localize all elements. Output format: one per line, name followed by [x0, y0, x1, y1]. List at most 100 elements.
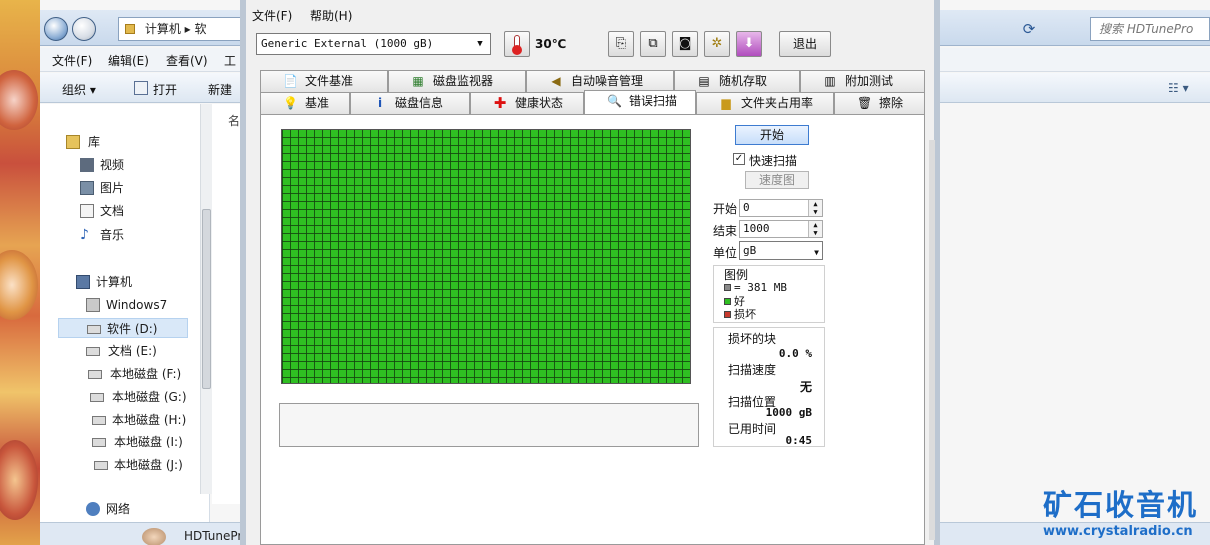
refresh-icon[interactable]: ⟳ — [1018, 18, 1040, 40]
new-folder-button[interactable]: 新建 — [208, 81, 232, 98]
tab-file-benchmark[interactable]: 📄 文件基准 — [260, 70, 388, 92]
random-access-icon: ▤ — [698, 74, 710, 88]
sidebar-label: 本地磁盘 (H:) — [112, 413, 187, 427]
options-button[interactable]: ✲ — [704, 31, 730, 57]
drive-icon — [92, 438, 106, 447]
magnifier-icon: 🔍 — [607, 94, 622, 108]
wrench-icon: ✲ — [711, 36, 723, 51]
open-button[interactable]: 打开 — [153, 81, 177, 98]
breadcrumb-item[interactable]: 软 — [195, 22, 207, 36]
info-icon: i — [377, 96, 383, 110]
spin-arrows-icon[interactable]: ▲ ▼ — [808, 221, 822, 237]
tab-acoustic-management[interactable]: ◀ 自动噪音管理 — [526, 70, 674, 92]
copy-all-button[interactable]: ⧉ — [640, 31, 666, 57]
tab-disk-info[interactable]: i 磁盘信息 — [350, 92, 470, 114]
sidebar-computer[interactable]: 计算机 — [40, 272, 190, 292]
picture-icon — [80, 181, 94, 195]
tab-disk-monitor[interactable]: ▦ 磁盘监视器 — [388, 70, 526, 92]
tab-error-scan[interactable]: 🔍 错误扫描 — [584, 90, 696, 114]
sidebar-drive-f[interactable]: 本地磁盘 (F:) — [40, 364, 190, 384]
legend-text: 损坏 — [734, 308, 756, 321]
start-button[interactable]: 开始 — [735, 125, 809, 145]
spin-arrows-icon[interactable]: ▲ ▼ — [808, 200, 822, 216]
scrollbar-thumb[interactable] — [202, 209, 211, 389]
copy-info-button[interactable]: ⎘ — [608, 31, 634, 57]
menu-file[interactable]: 文件(F) — [52, 52, 92, 69]
download-arrow-icon: ⬇ — [743, 36, 755, 51]
sidebar-drive-g[interactable]: 本地磁盘 (G:) — [40, 387, 190, 407]
sidebar-item-videos[interactable]: 视频 — [40, 155, 190, 175]
computer-icon — [76, 275, 90, 289]
view-options-icon[interactable]: ☷ ▾ — [1168, 81, 1189, 95]
column-header[interactable]: 名 — [228, 112, 240, 129]
menu-view[interactable]: 查看(V) — [166, 52, 208, 69]
sidebar-library[interactable]: 库 — [40, 132, 190, 152]
good-swatch — [724, 298, 731, 305]
extra-tests-icon: ▥ — [824, 74, 836, 88]
menu-help[interactable]: 帮助(H) — [310, 7, 352, 24]
window-edge — [929, 140, 935, 540]
end-input[interactable]: 1000 ▲ ▼ — [739, 220, 823, 238]
sidebar-label: 文档 (E:) — [108, 344, 157, 358]
tab-erase[interactable]: 🗑 擦除 — [834, 92, 925, 114]
save-button[interactable]: ⬇ — [736, 31, 762, 57]
sidebar-label: 本地磁盘 (F:) — [110, 367, 182, 381]
file-benchmark-icon: 📄 — [283, 74, 298, 88]
error-scan-panel: 开始 ✓ 快速扫描 速度图 开始 0 ▲ ▼ 结束 1000 ▲ ▼ 单位 gB ▼… — [260, 114, 925, 545]
menu-file[interactable]: 文件(F) — [252, 7, 292, 24]
sidebar-drive-h[interactable]: 本地磁盘 (H:) — [40, 410, 190, 430]
scan-stats: 损坏的块 0.0 % 扫描速度 无 扫描位置 1000 gB 已用时间 0:45 — [713, 327, 825, 447]
tab-folder-usage[interactable]: ▆ 文件夹占用率 — [696, 92, 834, 114]
temperature-readout: 30℃ — [535, 37, 567, 51]
damaged-blocks-label: 损坏的块 — [728, 332, 777, 346]
sidebar-item-music[interactable]: ♪ 音乐 — [40, 225, 190, 245]
sidebar-label: 视频 — [100, 158, 125, 172]
sidebar-drive-e[interactable]: 文档 (E:) — [40, 341, 190, 361]
sidebar-drive-d[interactable]: 软件 (D:) — [58, 318, 188, 338]
library-icon — [66, 135, 80, 149]
tab-benchmark[interactable]: 💡 基准 — [260, 92, 350, 114]
chevron-down-icon: ▼ — [814, 248, 819, 257]
sidebar-drive-j[interactable]: 本地磁盘 (J:) — [40, 455, 190, 475]
unit-select[interactable]: gB ▼ — [739, 241, 823, 260]
peony-flower — [0, 70, 38, 130]
elapsed-time-label: 已用时间 — [728, 422, 777, 436]
copy-all-icon: ⧉ — [648, 36, 658, 51]
damaged-blocks-value: 0.0 % — [778, 347, 812, 360]
tab-label: 附加测试 — [845, 74, 894, 88]
start-input[interactable]: 0 ▲ ▼ — [739, 199, 823, 217]
temperature-button[interactable] — [504, 31, 530, 57]
tab-random-access[interactable]: ▤ 随机存取 — [674, 70, 800, 92]
quick-scan-label: 快速扫描 — [749, 154, 798, 168]
tab-extra-tests[interactable]: ▥ 附加测试 — [800, 70, 925, 92]
back-button[interactable] — [44, 17, 68, 41]
tab-label: 文件基准 — [305, 74, 354, 88]
screenshot-button[interactable]: ◙ — [672, 31, 698, 57]
network-icon — [86, 502, 100, 516]
sidebar-network[interactable]: 网络 — [40, 499, 190, 519]
bad-swatch — [724, 311, 731, 318]
menu-edit[interactable]: 编辑(E) — [108, 52, 149, 69]
search-input[interactable]: 搜索 HDTunePro — [1090, 17, 1210, 41]
speed-map-button[interactable]: 速度图 — [745, 171, 809, 189]
legend: 图例 = 381 MB 好 损坏 — [713, 265, 825, 323]
sidebar-item-documents[interactable]: 文档 — [40, 201, 190, 221]
checkbox-checked-icon[interactable]: ✓ — [733, 153, 745, 165]
sidebar-item-pictures[interactable]: 图片 — [40, 178, 190, 198]
breadcrumb-item[interactable]: 计算机 — [145, 22, 181, 36]
drive-icon — [87, 325, 101, 334]
navigation-scrollbar[interactable] — [200, 104, 212, 494]
desktop-wallpaper — [0, 0, 40, 545]
hdtune-taskbar-icon — [142, 528, 166, 545]
legend-text: = 381 MB — [734, 281, 787, 294]
menu-tools[interactable]: 工 — [224, 52, 236, 69]
sidebar-drive-i[interactable]: 本地磁盘 (I:) — [40, 432, 190, 452]
hdtune-toolbar: Generic External (1000 gB) ▼ 30℃ ⎘ ⧉ ◙ ✲… — [246, 28, 934, 62]
sidebar-drive-c[interactable]: Windows7 (C:) — [40, 295, 190, 332]
trash-icon: 🗑 — [857, 96, 873, 110]
organize-button[interactable]: 组织 ▾ — [62, 81, 96, 98]
drive-select[interactable]: Generic External (1000 gB) ▼ — [256, 33, 491, 55]
forward-button[interactable] — [72, 17, 96, 41]
tab-health[interactable]: ✚ 健康状态 — [470, 92, 584, 114]
exit-button[interactable]: 退出 — [779, 31, 831, 57]
